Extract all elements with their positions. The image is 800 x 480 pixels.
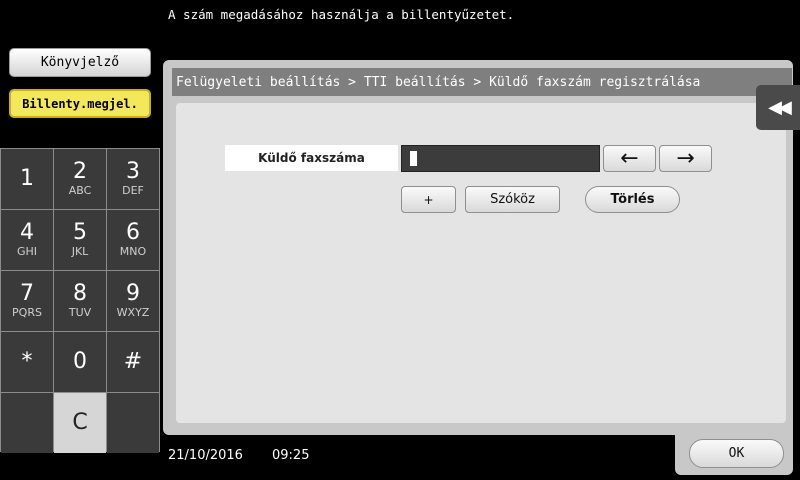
breadcrumb-text: Felügyeleti beállítás > TTI beállítás > …: [176, 74, 701, 90]
status-bar: 21/10/2016 09:25: [160, 440, 675, 480]
keypad-key[interactable]: 7 PQRS: [1, 271, 53, 331]
key-digit: 5: [73, 220, 87, 245]
keypad-key[interactable]: C: [54, 393, 106, 453]
key-letters: PQRS: [12, 306, 42, 319]
keypad-display-button[interactable]: Billenty.megjel.: [9, 89, 151, 118]
delete-button[interactable]: Törlés: [585, 186, 680, 213]
key-digit: #: [123, 349, 143, 374]
date-display: 21/10/2016: [168, 448, 243, 463]
keypad-key[interactable]: 0: [54, 332, 106, 392]
key-digit: 6: [126, 220, 140, 245]
cursor-right-button[interactable]: →: [659, 145, 712, 172]
key-letters: ABC: [68, 184, 92, 197]
keypad-blank: [107, 393, 159, 453]
key-digit: 7: [20, 281, 34, 306]
keypad-key[interactable]: 3 DEF: [107, 149, 159, 209]
key-digit: 8: [73, 281, 87, 306]
key-digit: 1: [20, 166, 34, 191]
key-digit: 2: [73, 159, 87, 184]
collapse-panel-button[interactable]: ◀◀: [756, 85, 800, 130]
key-letters: WXYZ: [116, 306, 150, 319]
keypad-key[interactable]: 5 JKL: [54, 210, 106, 270]
key-letters: MNO: [119, 245, 147, 258]
instruction-message: A szám megadásához használja a billentyű…: [168, 7, 515, 22]
cursor-left-button[interactable]: ←: [603, 145, 656, 172]
text-cursor: [410, 151, 417, 166]
keypad-key[interactable]: 8 TUV: [54, 271, 106, 331]
keypad-key[interactable]: 1: [1, 149, 53, 209]
key-digit: C: [72, 410, 88, 435]
sender-fax-label: Küldő faxszáma: [225, 145, 398, 171]
key-digit: 3: [126, 159, 140, 184]
time-display: 09:25: [272, 448, 310, 463]
numeric-keypad: 1 2 ABC 3 DEF 4 GHI 5 JKL 6 MNO 7 PQRS 8 TUV 9 WXYZ * 0 # C: [0, 148, 160, 453]
key-digit: *: [21, 349, 33, 374]
key-letters: DEF: [122, 184, 144, 197]
space-button[interactable]: Szóköz: [465, 186, 560, 213]
key-digit: 4: [20, 220, 34, 245]
left-panel: Könyvjelző Billenty.megjel. 1 2 ABC 3 DEF 4 GH…: [0, 0, 160, 480]
keypad-key[interactable]: 2 ABC: [54, 149, 106, 209]
key-letters: GHI: [16, 245, 38, 258]
arrow-left-icon: ←: [620, 146, 639, 171]
double-chevron-left-icon: ◀◀: [768, 97, 792, 118]
keypad-key[interactable]: 9 WXYZ: [107, 271, 159, 331]
key-digit: 0: [73, 349, 87, 374]
keypad-key[interactable]: 6 MNO: [107, 210, 159, 270]
counter-button[interactable]: Könyvjelző: [9, 48, 151, 77]
key-digit: 9: [126, 281, 140, 306]
keypad-key[interactable]: *: [1, 332, 53, 392]
keypad-key[interactable]: 4 GHI: [1, 210, 53, 270]
plus-button[interactable]: +: [401, 186, 456, 213]
keypad-blank: [1, 393, 53, 453]
sender-fax-input[interactable]: [401, 145, 600, 172]
key-letters: TUV: [68, 306, 92, 319]
ok-button[interactable]: OK: [689, 439, 784, 468]
keypad-key[interactable]: #: [107, 332, 159, 392]
key-letters: JKL: [71, 245, 89, 258]
breadcrumb: Felügyeleti beállítás > TTI beállítás > …: [172, 68, 792, 96]
arrow-right-icon: →: [676, 146, 695, 171]
